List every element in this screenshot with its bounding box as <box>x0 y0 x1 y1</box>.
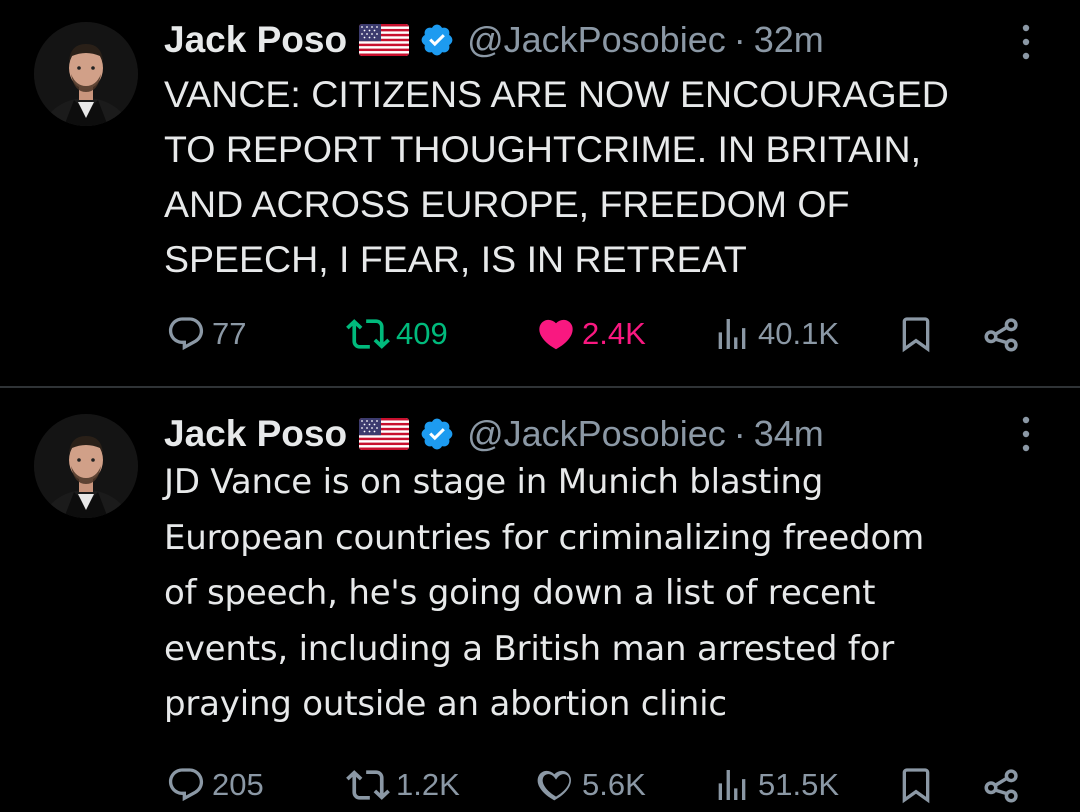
retweet-count: 1.2K <box>396 767 460 802</box>
avatar-image <box>34 22 138 126</box>
tweet-header: Jack Poso <box>164 410 824 458</box>
bookmark-icon <box>896 765 936 805</box>
display-name[interactable]: Jack Poso <box>164 413 347 455</box>
us-flag-icon <box>359 24 410 56</box>
share-icon <box>980 763 1024 807</box>
reply-icon <box>166 314 206 354</box>
views-button[interactable]: 51.5K <box>712 760 839 810</box>
share-icon <box>980 312 1024 356</box>
share-button[interactable] <box>980 309 1024 359</box>
reply-button[interactable]: 205 <box>166 760 264 810</box>
retweet-icon <box>346 312 390 356</box>
separator-dot: · <box>733 413 746 454</box>
like-button[interactable]: 2.4K <box>536 309 646 359</box>
verified-badge-icon[interactable] <box>419 416 455 452</box>
tweet-text: JD Vance is on stage in Munich blasting … <box>164 462 925 724</box>
verified-badge-icon[interactable] <box>419 22 455 58</box>
tweet[interactable]: Jack Poso <box>0 0 1080 387</box>
views-count: 51.5K <box>758 767 840 802</box>
views-icon <box>712 765 752 805</box>
heart-filled-icon <box>536 314 576 354</box>
bookmark-button[interactable] <box>896 309 936 359</box>
retweet-button[interactable]: 1.2K <box>346 760 460 810</box>
bookmark-icon <box>896 314 936 354</box>
timestamp[interactable]: 34m <box>754 413 824 455</box>
handle[interactable]: @JackPosobiec <box>467 413 726 455</box>
avatar[interactable] <box>34 22 138 126</box>
heart-outline-icon <box>536 765 576 805</box>
us-flag-icon <box>359 418 410 450</box>
reply-count: 77 <box>212 316 247 351</box>
handle[interactable]: @JackPosobiec <box>467 19 726 61</box>
reply-count: 205 <box>212 767 264 802</box>
tweet-text: VANCE: CITIZENS ARE NOW ENCOURAGED TO RE… <box>164 73 949 280</box>
share-button[interactable] <box>980 760 1024 810</box>
views-icon <box>712 314 752 354</box>
retweet-icon <box>346 763 390 807</box>
like-count: 2.4K <box>582 316 646 351</box>
separator-dot: · <box>733 19 746 60</box>
bookmark-button[interactable] <box>896 760 936 810</box>
like-count: 5.6K <box>582 767 646 802</box>
action-bar: 205 1.2K 5.6K 51.5K <box>0 760 1080 810</box>
views-count: 40.1K <box>758 316 840 351</box>
avatar-image <box>34 414 138 518</box>
timestamp[interactable]: 32m <box>754 19 824 61</box>
avatar[interactable] <box>34 414 138 518</box>
tweet-header: Jack Poso <box>164 16 824 64</box>
reply-button[interactable]: 77 <box>166 309 246 359</box>
display-name[interactable]: Jack Poso <box>164 19 347 61</box>
retweet-count: 409 <box>396 316 448 351</box>
more-options-icon[interactable] <box>1016 20 1036 64</box>
views-button[interactable]: 40.1K <box>712 309 839 359</box>
action-bar: 77 409 2.4K 40.1K <box>0 309 1080 359</box>
retweet-button[interactable]: 409 <box>346 309 448 359</box>
like-button[interactable]: 5.6K <box>536 760 646 810</box>
reply-icon <box>166 765 206 805</box>
tweet[interactable]: Jack Poso <box>0 388 1080 812</box>
more-options-icon[interactable] <box>1016 412 1036 456</box>
